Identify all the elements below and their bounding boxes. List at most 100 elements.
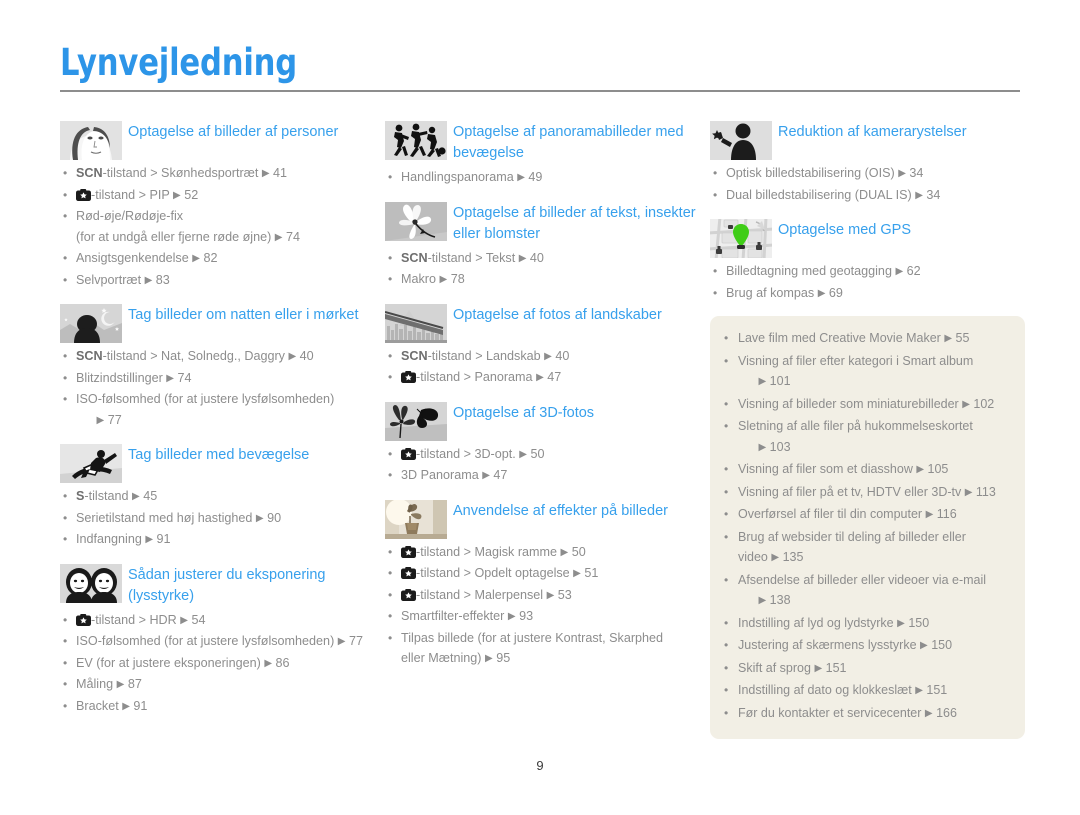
section-title[interactable]: Tag billeder med bevægelse: [128, 443, 385, 466]
list-item: Serietilstand med høj hastighed ▶ 90: [60, 509, 385, 530]
page-ref-arrow-icon: ▶: [166, 372, 174, 384]
page-ref-arrow-icon: ▶: [944, 333, 953, 344]
person-steady-thumbnail: [710, 121, 772, 160]
page-ref-arrow-icon: ▶: [915, 685, 923, 696]
list-item-text: Bracket: [76, 698, 119, 713]
quick-guide-page: Lynvejledning Optagelse af billeder af p…: [0, 0, 1080, 815]
section-header: Reduktion af kamerarystelser: [710, 120, 1025, 160]
list-item-keyword: SCN: [76, 349, 103, 363]
page-ref-arrow-icon: ▶: [546, 589, 555, 601]
guide-section: Optagelse af billeder af tekst, insekter…: [385, 201, 710, 291]
additional-features-box: Lave film med Creative Movie Maker ▶ 55 V…: [710, 316, 1025, 739]
portrait-woman-thumbnail: [60, 121, 122, 160]
list-item: Tilpas billede (for at justere Kontrast,…: [385, 629, 710, 649]
list-item-text: Visning af filer på et tv, HDTV eller 3D…: [738, 484, 962, 499]
page-title: Lynvejledning: [60, 41, 298, 84]
section-title[interactable]: Optagelse af billeder af tekst, insekter…: [453, 201, 710, 245]
column-3: Reduktion af kamerarystelser Optisk bille…: [710, 120, 1025, 739]
section-header: Optagelse af fotos af landskaber: [385, 303, 710, 343]
section-title[interactable]: Optagelse af panoramabilleder med bevæge…: [453, 120, 710, 164]
list-item-text: -tilstand > Tekst: [427, 250, 516, 265]
list-item-text: Skift af sprog: [738, 660, 811, 675]
list-item: Afsendelse af billeder eller videoer via…: [720, 570, 1011, 591]
section-title[interactable]: Tag billeder om natten eller i mørket: [128, 303, 385, 326]
list-item: -tilstand > Magisk ramme ▶ 50: [385, 543, 710, 564]
page-ref-arrow-icon: ▶: [482, 470, 490, 481]
list-item: S-tilstand ▶ 45: [60, 487, 385, 508]
list-item: Brug af websider til deling af billeder …: [720, 527, 1011, 548]
page-ref-arrow-icon: ▶: [962, 398, 970, 410]
page-ref-number: 53: [557, 587, 572, 602]
list-item-text: Billedtagning med geotagging: [726, 264, 892, 278]
section-title[interactable]: Reduktion af kamerarystelser: [778, 120, 1025, 143]
page-ref-number: 77: [348, 634, 363, 648]
content-columns: Optagelse af billeder af personerSCN-til…: [60, 120, 1025, 739]
page-ref-number: 151: [825, 660, 847, 675]
list-item: Visning af billeder som miniaturebillede…: [720, 394, 1011, 417]
page-ref-arrow-icon: ▶: [920, 640, 928, 651]
list-item: Dual billedstabilisering (DUAL IS) ▶ 34: [710, 186, 1025, 207]
page-ref-arrow-icon: ▶: [964, 486, 973, 498]
list-item-text: Justering af skærmens lysstyrke: [738, 638, 917, 652]
section-title[interactable]: Anvendelse af effekter på billeder: [453, 499, 710, 522]
page-ref-arrow-icon: ▶: [573, 568, 581, 579]
list-item: EV (for at justere eksponeringen) ▶ 86: [60, 654, 385, 675]
list-item: video ▶ 135: [720, 547, 1011, 570]
page-ref-arrow-icon: ▶: [924, 707, 933, 719]
section-header: Anvendelse af effekter på billeder: [385, 499, 710, 539]
page-ref-number: 150: [908, 615, 930, 630]
list-item: Visning af filer efter kategori i Smart …: [720, 351, 1011, 372]
list-item: (for at undgå eller fjerne røde øjne) ▶ …: [60, 228, 385, 249]
page-ref-number: 45: [143, 489, 158, 503]
page-ref-number: 102: [973, 396, 995, 411]
camera-mode-icon: [401, 567, 416, 579]
page-ref-arrow-icon: ▶: [758, 441, 767, 453]
list-item: SCN-tilstand > Tekst ▶ 40: [385, 249, 710, 270]
list-item: Blitzindstillinger ▶ 74: [60, 369, 385, 390]
page-ref-arrow-icon: ▶: [274, 231, 283, 243]
list-item-text: ISO-følsomhed (for at justere lysfølsomh…: [76, 392, 335, 406]
page-ref-arrow-icon: ▶: [261, 168, 270, 179]
page-ref-arrow-icon: ▶: [145, 534, 154, 545]
list-item: Måling ▶ 87: [60, 675, 385, 696]
page-ref-number: 77: [107, 412, 122, 427]
page-ref-number: 40: [299, 349, 314, 363]
page-ref-arrow-icon: ▶: [895, 266, 904, 277]
page-ref-arrow-icon: ▶: [560, 546, 569, 558]
list-item: Billedtagning med geotagging ▶ 62: [710, 262, 1025, 283]
list-item-keyword: SCN: [76, 166, 103, 180]
page-ref-arrow-icon: ▶: [132, 491, 140, 502]
butterfly-3d-thumbnail: [385, 401, 447, 441]
camera-mode-icon: [401, 371, 416, 383]
page-ref-number: 83: [155, 272, 170, 287]
gps-map-thumbnail: [710, 219, 772, 258]
page-ref-number: 135: [782, 550, 804, 564]
page-ref-arrow-icon: ▶: [173, 189, 181, 201]
guide-section: Sådan justerer du eksponering (lysstyrke…: [60, 563, 385, 718]
list-item: ▶ 103: [720, 437, 1011, 460]
section-title[interactable]: Optagelse med GPS: [778, 218, 1025, 241]
list-item: Bracket ▶ 91: [60, 697, 385, 718]
page-ref-number: 41: [273, 166, 288, 180]
page-ref-arrow-icon: ▶: [771, 552, 780, 563]
section-title[interactable]: Sådan justerer du eksponering (lysstyrke…: [128, 563, 385, 607]
list-item: Ansigtsgenkendelse ▶ 82: [60, 249, 385, 270]
list-item-text: Serietilstand med høj hastighed: [76, 510, 253, 525]
page-ref-number: 116: [936, 507, 957, 521]
list-item: -tilstand > PIP ▶ 52: [60, 186, 385, 207]
page-ref-number: 69: [828, 285, 843, 300]
list-item: SCN-tilstand > Landskab ▶ 40: [385, 347, 710, 368]
camera-mode-icon: [401, 588, 416, 601]
section-title[interactable]: Optagelse af fotos af landskaber: [453, 303, 710, 326]
page-ref-arrow-icon: ▶: [814, 662, 823, 674]
list-item: Indfangning ▶ 91: [60, 530, 385, 551]
page-ref-arrow-icon: ▶: [180, 614, 188, 626]
night-scene-thumbnail: [60, 304, 122, 343]
section-title[interactable]: Optagelse af billeder af personer: [128, 120, 385, 143]
page-ref-number: 34: [909, 166, 924, 180]
list-item-text: ISO-følsomhed (for at justere lysfølsomh…: [76, 634, 335, 648]
section-title[interactable]: Optagelse af 3D-fotos: [453, 401, 710, 424]
title-divider: [60, 90, 1020, 92]
page-ref-arrow-icon: ▶: [517, 172, 525, 183]
list-item-text: Visning af filer efter kategori i Smart …: [738, 353, 974, 368]
